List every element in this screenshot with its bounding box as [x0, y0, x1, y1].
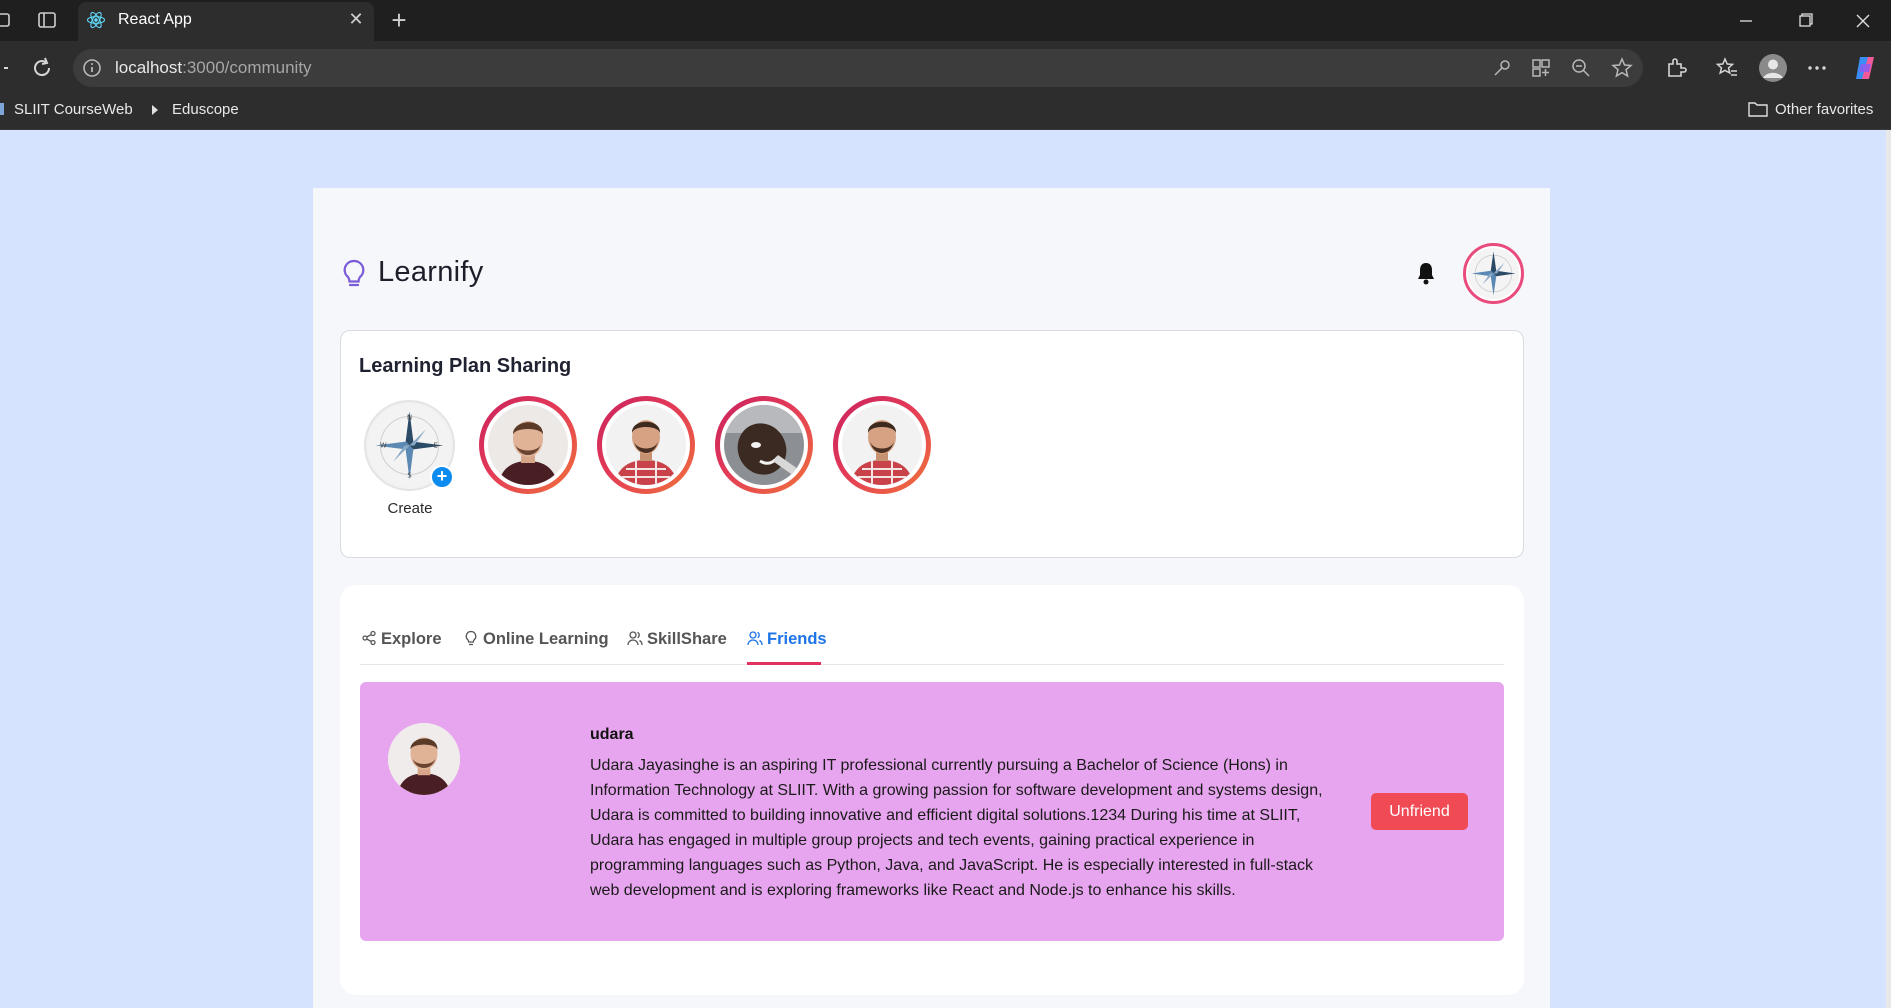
lightbulb-icon	[465, 630, 477, 646]
man-plaid-shirt-icon	[606, 405, 686, 485]
svg-text:W: W	[380, 441, 387, 449]
bookmarks-bar	[0, 94, 1891, 130]
tab-explore[interactable]: Explore	[361, 630, 442, 654]
unfriend-button[interactable]: Unfriend	[1371, 793, 1468, 830]
chevron-right-icon	[152, 105, 158, 115]
notification-bell-icon[interactable]	[1414, 260, 1438, 286]
svg-text:N: N	[407, 413, 412, 421]
man-selfie-icon	[724, 405, 804, 485]
lightbulb-logo-icon	[343, 259, 365, 287]
bookmark-favicon-icon	[0, 103, 4, 115]
copilot-icon[interactable]	[1851, 54, 1879, 82]
svg-text:E: E	[433, 441, 437, 449]
man-plaid-shirt-icon	[842, 405, 922, 485]
plan-story-avatar[interactable]	[479, 396, 577, 494]
man-portrait-icon	[488, 405, 568, 485]
app-name[interactable]: Learnify	[378, 256, 484, 289]
bookmark-sliit-courseweb[interactable]: SLIIT CourseWeb	[14, 101, 133, 118]
plan-story-avatar[interactable]	[715, 396, 813, 494]
tab-friends-label: Friends	[767, 630, 827, 648]
tabs-divider	[360, 664, 1504, 665]
zoom-out-icon[interactable]	[1569, 56, 1593, 80]
man-portrait-icon	[388, 723, 460, 795]
minimize-icon[interactable]	[1726, 6, 1766, 36]
extensions-icon[interactable]	[1663, 55, 1689, 81]
compass-avatar-icon	[1467, 247, 1520, 300]
app-available-icon[interactable]	[1529, 56, 1553, 80]
key-icon[interactable]	[1490, 56, 1514, 80]
tab-friends[interactable]: Friends	[747, 630, 827, 654]
add-plan-icon[interactable]: +	[430, 465, 454, 489]
friend-name[interactable]: udara	[590, 726, 634, 744]
active-tab-indicator	[747, 662, 821, 665]
favorites-icon[interactable]	[1714, 55, 1740, 81]
user-avatar[interactable]	[1463, 243, 1524, 304]
svg-text:S: S	[407, 471, 411, 479]
tab-title: React App	[118, 11, 192, 28]
tab-skillshare-label: SkillShare	[647, 630, 727, 648]
plan-story-avatar[interactable]	[597, 396, 695, 494]
tab-actions-icon[interactable]	[37, 10, 57, 30]
friend-bio: Udara Jayasinghe is an aspiring IT profe…	[590, 757, 1323, 899]
back-icon[interactable]	[0, 55, 12, 81]
users-icon	[627, 631, 643, 646]
friend-avatar[interactable]	[388, 723, 460, 795]
site-info-icon[interactable]	[80, 56, 104, 80]
create-plan-label: Create	[387, 500, 433, 517]
profile-icon[interactable]	[1758, 53, 1788, 83]
tab-online-learning-label: Online Learning	[483, 630, 609, 648]
tab-explore-label: Explore	[381, 630, 442, 648]
plan-story-avatar[interactable]	[833, 396, 931, 494]
url-text[interactable]: localhost:3000/community	[115, 58, 312, 78]
workspaces-icon[interactable]	[0, 10, 14, 30]
tab-skillshare[interactable]: SkillShare	[627, 630, 727, 654]
close-tab-icon[interactable]: ✕	[345, 8, 367, 30]
new-tab-icon[interactable]: +	[385, 6, 413, 34]
restore-icon[interactable]	[1785, 6, 1825, 36]
folder-icon	[1748, 102, 1768, 117]
share-icon	[362, 630, 376, 646]
close-window-icon[interactable]	[1843, 6, 1883, 36]
more-options-icon[interactable]	[1804, 55, 1830, 81]
learning-plan-heading: Learning Plan Sharing	[359, 355, 572, 377]
bookmark-other-favorites[interactable]: Other favorites	[1775, 101, 1873, 118]
users-icon	[747, 631, 763, 646]
refresh-icon[interactable]	[29, 55, 55, 81]
react-icon	[86, 11, 106, 29]
bookmark-eduscope[interactable]: Eduscope	[172, 101, 239, 118]
tab-online-learning[interactable]: Online Learning	[463, 630, 609, 654]
page-scrollbar[interactable]	[1886, 130, 1891, 1008]
favorite-star-icon[interactable]	[1610, 56, 1634, 80]
